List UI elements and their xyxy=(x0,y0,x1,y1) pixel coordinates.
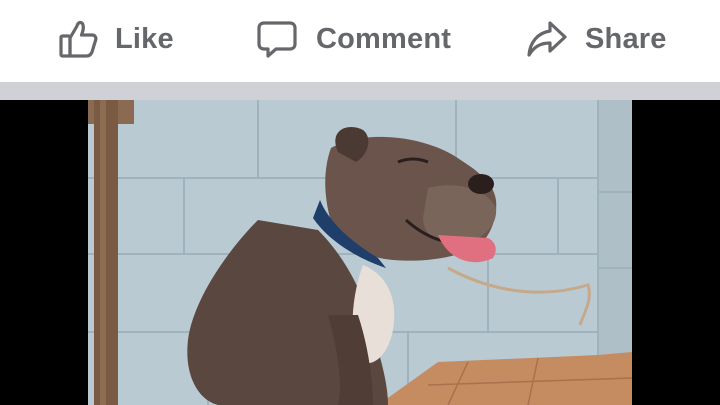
like-button[interactable]: Like xyxy=(58,0,174,78)
speech-bubble-icon xyxy=(256,18,298,60)
share-label: Share xyxy=(585,22,667,55)
comment-label: Comment xyxy=(316,22,452,55)
section-divider xyxy=(0,82,720,100)
post-action-bar: Like Comment Share xyxy=(0,0,720,82)
dog-photo xyxy=(88,100,632,405)
share-button[interactable]: Share xyxy=(526,0,667,78)
comment-button[interactable]: Comment xyxy=(256,0,451,78)
thumbs-up-icon xyxy=(58,18,100,60)
like-label: Like xyxy=(115,22,174,55)
post-media[interactable] xyxy=(0,100,720,405)
share-arrow-icon xyxy=(526,18,568,60)
